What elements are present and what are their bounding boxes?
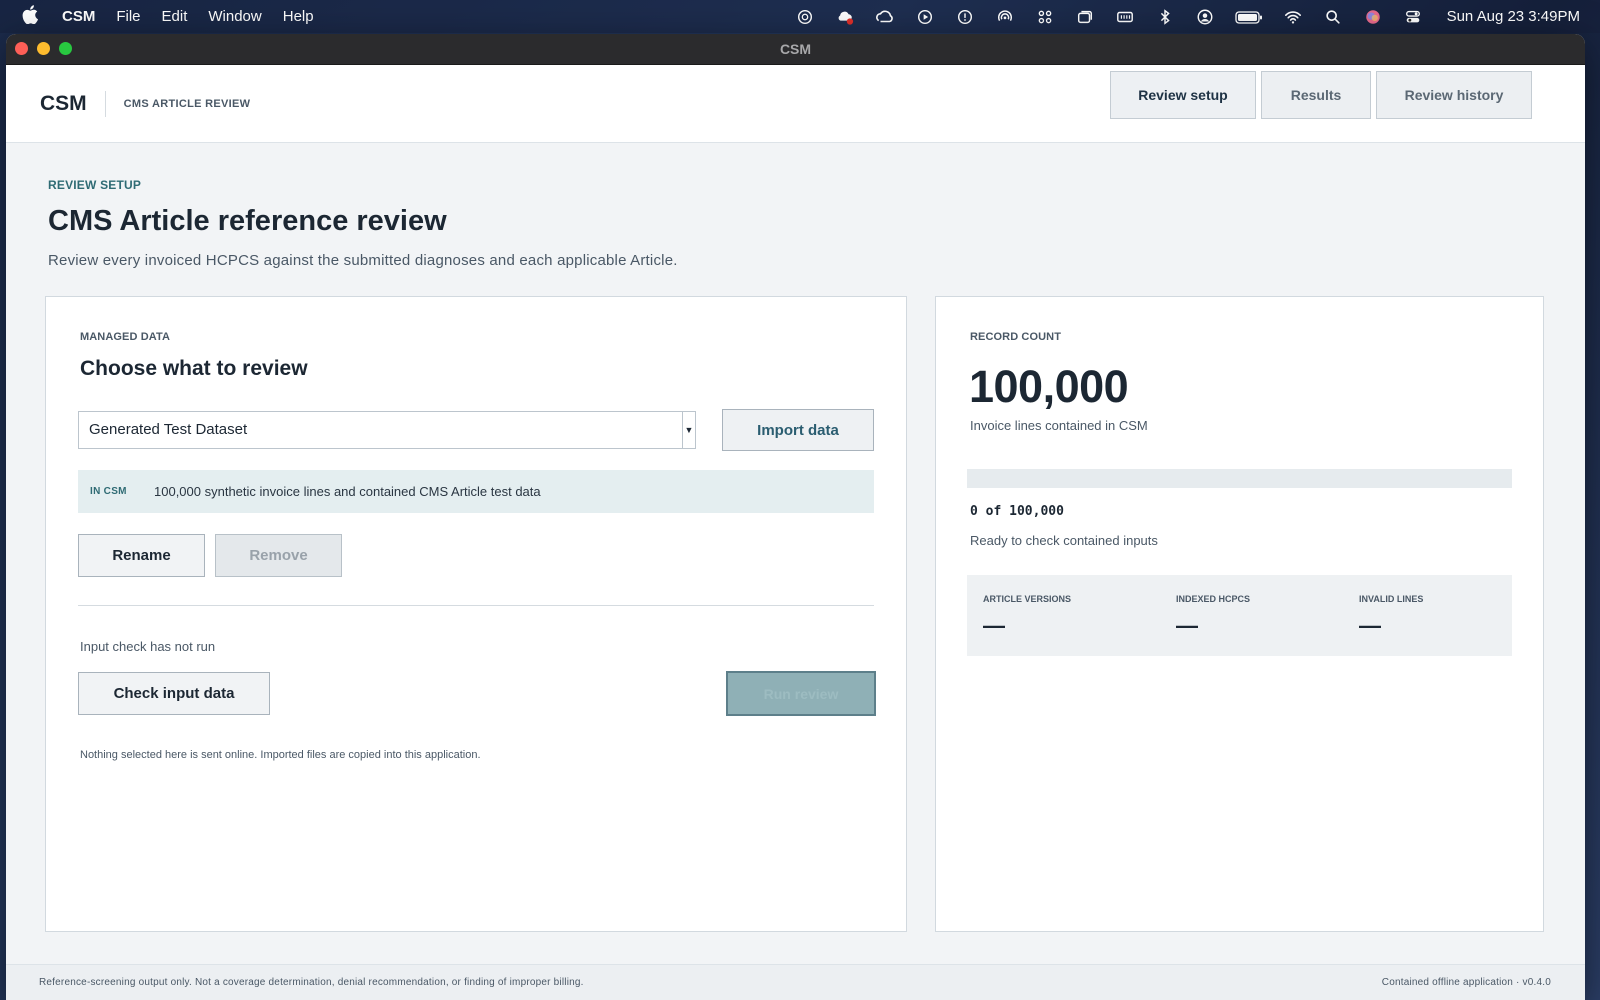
managed-data-label: MANAGED DATA	[80, 331, 171, 343]
app-footer: Reference-screening output only. Not a c…	[6, 964, 1585, 1000]
remove-button[interactable]: Remove	[215, 534, 342, 577]
footer-version: Contained offline application · v0.4.0	[1381, 977, 1551, 988]
dataset-info-bar: IN CSM 100,000 synthetic invoice lines a…	[78, 470, 874, 513]
progress-bar	[967, 469, 1512, 488]
nav-review-history[interactable]: Review history	[1376, 71, 1532, 119]
managed-data-card: MANAGED DATA Choose what to review Gener…	[45, 296, 907, 932]
rename-button[interactable]: Rename	[78, 534, 205, 577]
import-data-button[interactable]: Import data	[722, 409, 874, 451]
managed-data-title: Choose what to review	[80, 357, 308, 380]
nav-results[interactable]: Results	[1261, 71, 1371, 119]
play-circle-icon[interactable]	[915, 7, 935, 27]
stat-indexed-hcpcs: INDEXED HCPCS —	[1160, 575, 1343, 656]
record-count-label: RECORD COUNT	[970, 331, 1062, 343]
page-title: CMS Article reference review	[48, 205, 447, 237]
bluetooth-icon[interactable]	[1155, 7, 1175, 27]
record-count-caption: Invoice lines contained in CSM	[970, 418, 1148, 433]
stats-panel: ARTICLE VERSIONS — INDEXED HCPCS — INVAL…	[967, 575, 1512, 656]
footer-disclaimer: Reference-screening output only. Not a c…	[39, 977, 584, 988]
stat-value: —	[1176, 613, 1198, 638]
progress-status: Ready to check contained inputs	[970, 533, 1158, 548]
run-review-button[interactable]: Run review	[726, 671, 876, 716]
caret-down-icon[interactable]: ▼	[682, 412, 695, 448]
app-window: CSM CSM CMS ARTICLE REVIEW Review setup …	[6, 34, 1585, 1000]
stat-value: —	[1359, 613, 1381, 638]
input-check-status: Input check has not run	[80, 639, 216, 654]
menu-file[interactable]: File	[116, 8, 140, 25]
stat-value: —	[983, 613, 1005, 638]
page-eyebrow: REVIEW SETUP	[48, 178, 142, 192]
stat-invalid-lines: INVALID LINES —	[1343, 575, 1512, 656]
stat-label: INDEXED HCPCS	[1176, 594, 1251, 604]
progress-text: 0 of 100,000	[970, 504, 1064, 519]
window-icon[interactable]	[1075, 7, 1095, 27]
keyboard-icon[interactable]	[1115, 7, 1135, 27]
menu-app-name[interactable]: CSM	[62, 8, 95, 25]
menu-bar: CSM File Edit Window Help Sun Aug 23 3:4…	[0, 0, 1600, 33]
alert-circle-icon[interactable]	[955, 7, 975, 27]
privacy-footnote: Nothing selected here is sent online. Im…	[80, 749, 481, 761]
record-count-value: 100,000	[969, 361, 1129, 412]
cloud-sync-error-icon[interactable]	[835, 7, 855, 27]
stat-label: INVALID LINES	[1359, 594, 1424, 604]
search-icon[interactable]	[1323, 7, 1343, 27]
page-description: Review every invoiced HCPCS against the …	[48, 252, 678, 269]
stat-label: ARTICLE VERSIONS	[983, 594, 1072, 604]
record-count-card: RECORD COUNT 100,000 Invoice lines conta…	[935, 296, 1544, 932]
window-titlebar: CSM	[6, 34, 1585, 65]
dataset-select-value: Generated Test Dataset	[89, 421, 248, 438]
wifi-icon[interactable]	[1283, 7, 1303, 27]
airdrop-icon[interactable]	[995, 7, 1015, 27]
grid-icon[interactable]	[1035, 7, 1055, 27]
page-header: REVIEW SETUP CMS Article reference revie…	[48, 178, 678, 269]
dataset-select[interactable]: Generated Test Dataset ▼	[78, 411, 696, 449]
menu-help[interactable]: Help	[283, 8, 314, 25]
control-center-icon[interactable]	[1403, 7, 1423, 27]
user-icon[interactable]	[1195, 7, 1215, 27]
creative-cloud-icon[interactable]	[875, 7, 895, 27]
apple-menu-icon[interactable]	[22, 4, 42, 29]
window-zoom-button[interactable]	[59, 42, 72, 55]
section-divider	[78, 605, 874, 606]
brand-subtitle: CMS ARTICLE REVIEW	[123, 97, 251, 110]
siri-icon[interactable]	[1363, 7, 1383, 27]
menu-clock[interactable]: Sun Aug 23 3:49PM	[1447, 8, 1580, 25]
battery-icon	[1234, 7, 1263, 27]
main-nav: Review setup Results Review history	[1105, 71, 1532, 119]
window-close-button[interactable]	[15, 42, 28, 55]
in-csm-tag: IN CSM	[90, 486, 127, 497]
check-input-data-button[interactable]: Check input data	[78, 672, 270, 715]
menu-edit[interactable]: Edit	[162, 8, 188, 25]
stat-article-versions: ARTICLE VERSIONS —	[967, 575, 1160, 656]
app-header: CSM CMS ARTICLE REVIEW Review setup Resu…	[6, 65, 1585, 143]
dataset-info-text: 100,000 synthetic invoice lines and cont…	[154, 484, 541, 499]
brand-logo: CSM	[40, 90, 106, 117]
window-minimize-button[interactable]	[37, 42, 50, 55]
nav-review-setup[interactable]: Review setup	[1110, 71, 1256, 119]
window-title: CSM	[779, 41, 812, 57]
chatgpt-icon[interactable]	[795, 7, 815, 27]
menu-window[interactable]: Window	[208, 8, 261, 25]
